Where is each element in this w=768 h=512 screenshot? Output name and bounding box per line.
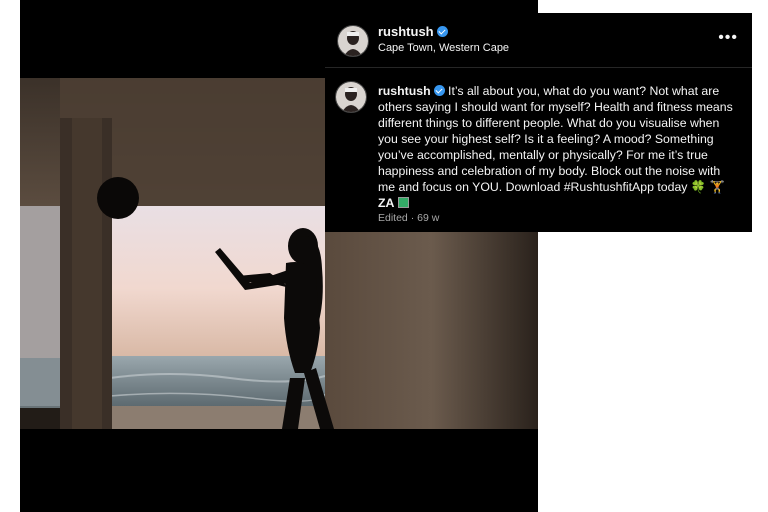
more-options-icon[interactable]: ••• bbox=[718, 29, 738, 47]
caption-avatar[interactable] bbox=[335, 81, 367, 113]
caption-username[interactable]: rushtush bbox=[378, 84, 431, 98]
avatar-image bbox=[336, 82, 366, 112]
clover-emoji-icon: 🍀 🏋 bbox=[690, 180, 725, 194]
location-link[interactable]: Cape Town, Western Cape bbox=[378, 42, 509, 54]
flag-emoji-icon bbox=[397, 197, 409, 208]
post-header: rushtush Cape Town, Western Cape ••• bbox=[325, 13, 752, 68]
header-username[interactable]: rushtush bbox=[378, 24, 448, 39]
caption-text: It’s all about you, what do you want? No… bbox=[378, 84, 733, 194]
avatar[interactable] bbox=[337, 25, 369, 57]
avatar-image bbox=[338, 26, 368, 56]
username-text[interactable]: rushtush bbox=[378, 24, 434, 39]
edited-timestamp: Edited · 69 w bbox=[378, 212, 440, 224]
caption-country: ZA bbox=[378, 196, 395, 210]
post-caption: rushtush It’s all about you, what do you… bbox=[378, 83, 738, 211]
verified-badge-icon bbox=[433, 85, 445, 96]
post-caption-panel: rushtush Cape Town, Western Cape ••• rus… bbox=[325, 13, 752, 232]
verified-badge-icon bbox=[436, 26, 448, 37]
